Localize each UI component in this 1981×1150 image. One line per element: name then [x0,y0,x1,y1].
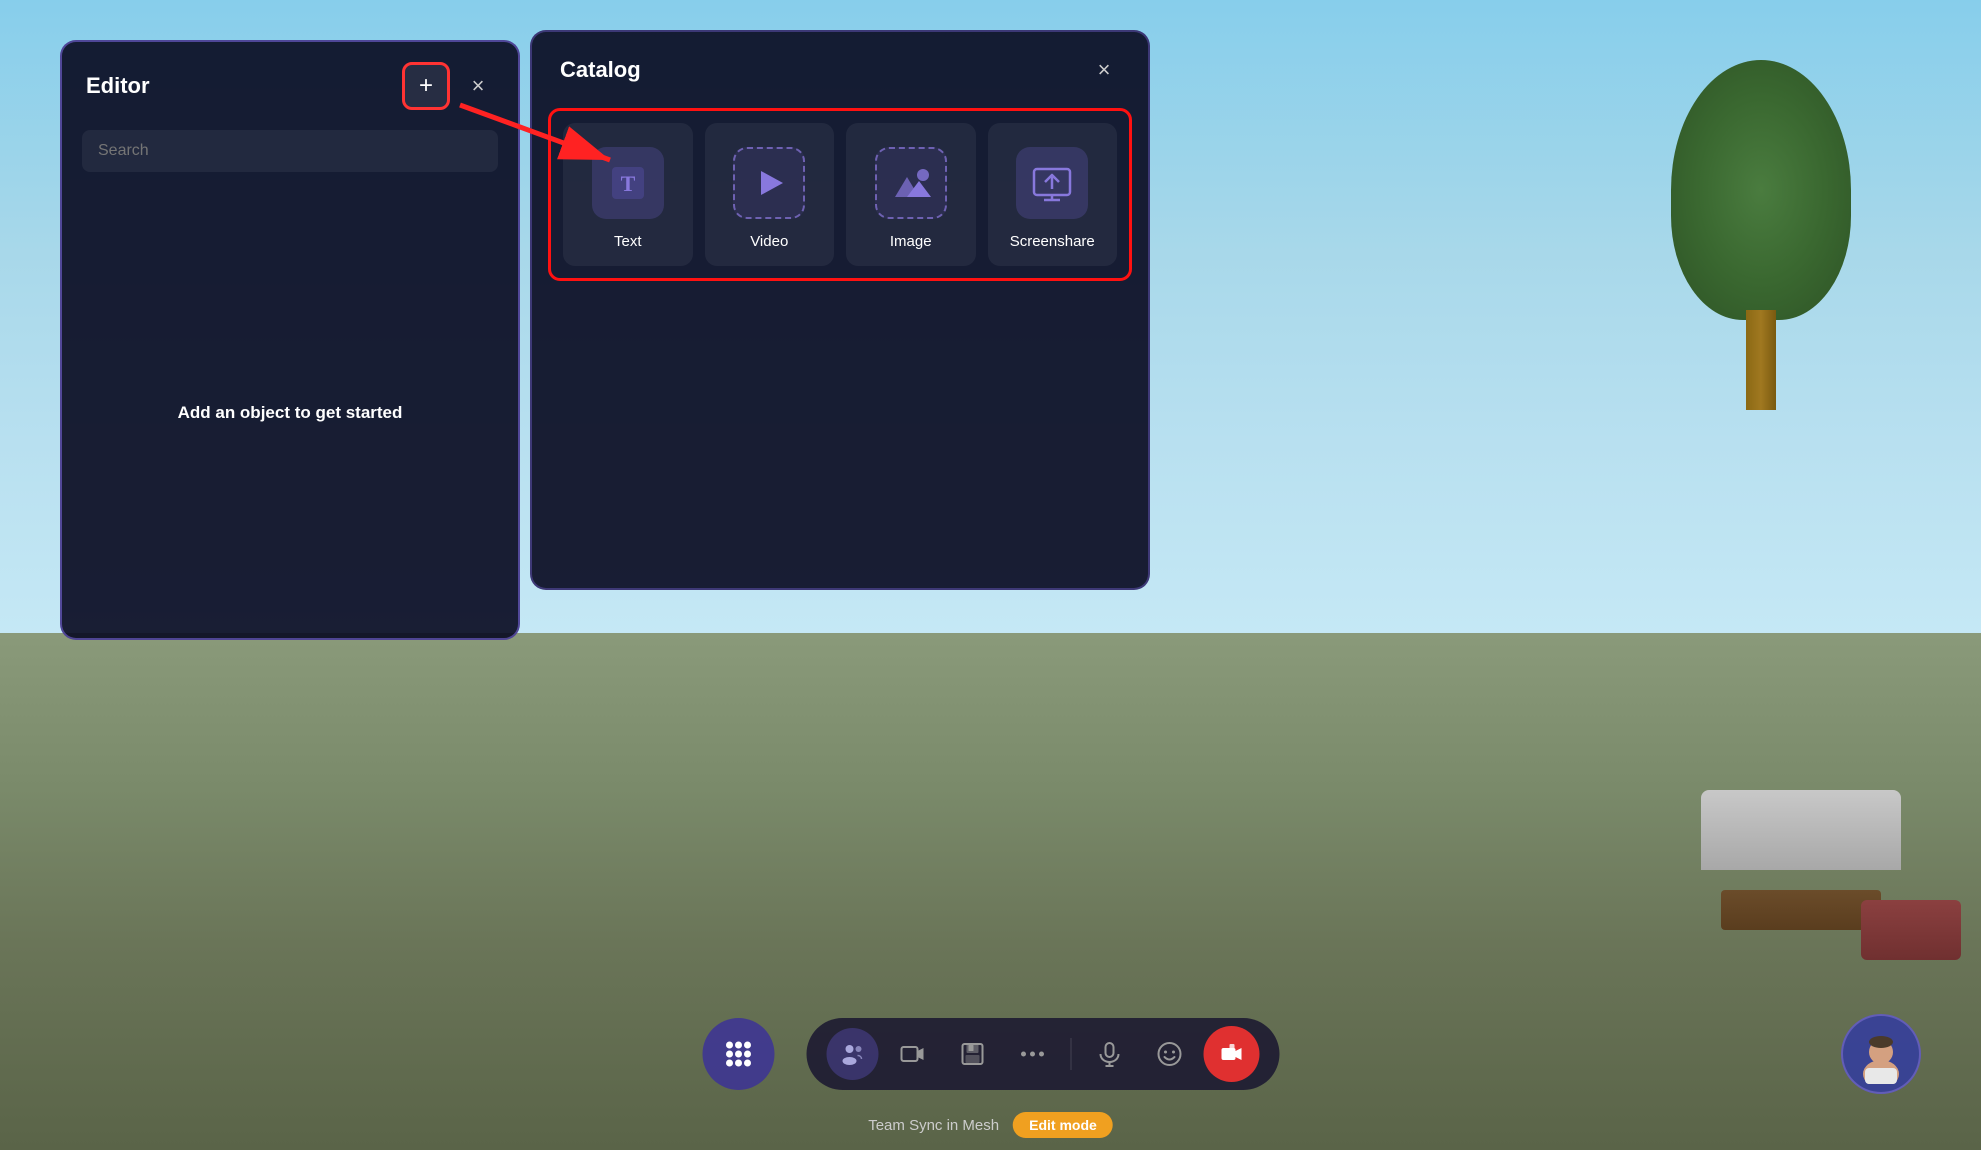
screenshare-icon-container [1016,147,1088,219]
status-bar: Team Sync in Mesh Edit mode [868,1112,1113,1138]
mic-icon [1096,1041,1122,1067]
catalog-items-highlighted: T Text Video [548,108,1132,281]
avatar-icon [1851,1024,1911,1084]
toolbar-bar [806,1018,1279,1090]
editor-search-input[interactable] [82,130,498,172]
svg-text:T: T [620,171,635,196]
editor-panel: Editor + × Add an object to get started [60,40,520,640]
record-icon [1218,1041,1244,1067]
camera-icon [899,1041,925,1067]
bottom-toolbar [702,1018,1279,1090]
ottoman [1861,900,1961,960]
editor-header-actions: + × [402,62,494,110]
more-button[interactable] [1006,1028,1058,1080]
add-object-button[interactable]: + [402,62,450,110]
image-icon-container [875,147,947,219]
coffee-table [1721,890,1881,930]
edit-mode-badge[interactable]: Edit mode [1013,1112,1113,1138]
save-button[interactable] [946,1028,998,1080]
grid-dots-button[interactable] [702,1018,774,1090]
team-sync-text: Team Sync in Mesh [868,1117,999,1134]
save-icon [959,1041,985,1067]
video-icon-container [733,147,805,219]
text-item-label: Text [614,233,642,250]
text-icon: T [606,161,650,205]
people-button[interactable] [826,1028,878,1080]
catalog-item-video[interactable]: Video [705,123,835,266]
toolbar-divider [1070,1038,1071,1070]
text-icon-container: T [592,147,664,219]
screenshare-icon [1030,161,1074,205]
catalog-item-image[interactable]: Image [846,123,976,266]
plus-icon: + [419,72,433,100]
catalog-items-grid: T Text Video [563,123,1117,266]
editor-empty-message: Add an object to get started [62,188,518,638]
people-icon [839,1041,865,1067]
editor-title: Editor [86,73,150,99]
grid-dots-icon [721,1037,755,1071]
screenshare-item-label: Screenshare [1010,233,1095,250]
emoji-icon [1156,1041,1182,1067]
catalog-header: Catalog × [532,32,1148,108]
mic-button[interactable] [1083,1028,1135,1080]
background-tree [1661,60,1861,410]
sofa [1701,790,1901,870]
tree-crown [1671,60,1851,320]
more-icon [1019,1049,1045,1059]
catalog-item-text[interactable]: T Text [563,123,693,266]
tree-trunk [1746,310,1776,410]
catalog-panel: Catalog × T Text [530,30,1150,590]
catalog-title: Catalog [560,57,641,83]
video-item-label: Video [750,233,788,250]
background-furniture [1701,790,1901,870]
camera-button[interactable] [886,1028,938,1080]
editor-header: Editor + × [62,42,518,130]
image-icon [889,161,933,205]
emoji-button[interactable] [1143,1028,1195,1080]
catalog-item-screenshare[interactable]: Screenshare [988,123,1118,266]
image-item-label: Image [890,233,932,250]
video-icon [747,161,791,205]
editor-close-button[interactable]: × [462,70,494,102]
close-icon: × [1098,57,1111,83]
avatar-button[interactable] [1841,1014,1921,1094]
record-button[interactable] [1203,1026,1259,1082]
close-icon: × [472,73,485,99]
catalog-close-button[interactable]: × [1088,54,1120,86]
